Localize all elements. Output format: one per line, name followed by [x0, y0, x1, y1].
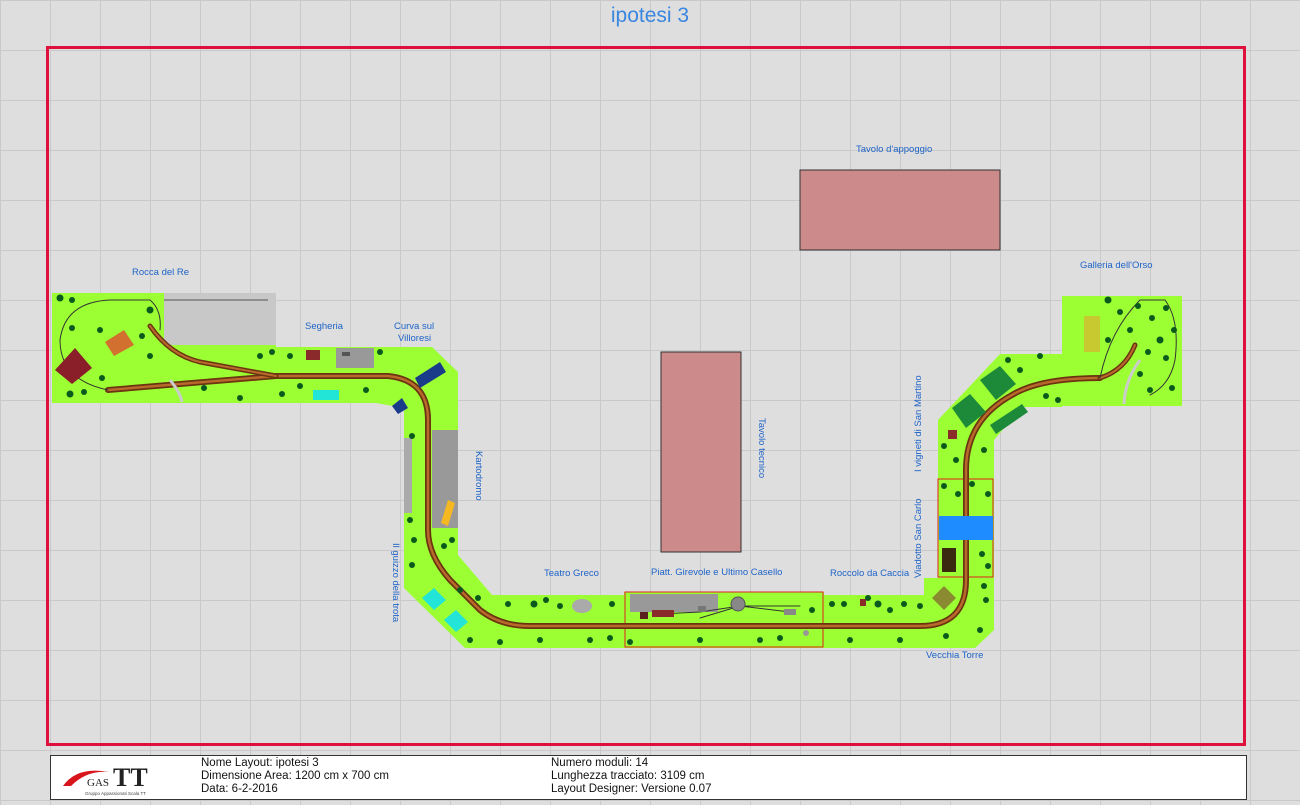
numero-moduli: Numero moduli: 14: [551, 757, 649, 769]
label-galleria: Galleria dell'Orso: [1080, 260, 1153, 271]
label-teatro-greco: Teatro Greco: [544, 568, 599, 579]
logo-subtitle: Gruppo Appassionati Scala TT: [85, 791, 146, 796]
logo-gas: GAS: [87, 777, 109, 789]
segheria-building-grey: [336, 348, 374, 368]
nome-layout: Nome Layout: ipotesi 3: [201, 757, 319, 769]
vigneti-hut: [948, 430, 957, 439]
segheria-blue-pond: [313, 390, 339, 400]
teatro-greco: [572, 599, 592, 613]
lunghezza-tracciato: Lunghezza tracciato: 3109 cm: [551, 770, 705, 782]
layout-designer-version: Layout Designer: Versione 0.07: [551, 783, 712, 795]
piatt-shed: [784, 609, 796, 615]
logo-tt: TT: [113, 763, 148, 792]
label-rocca-del-re: Rocca del Re: [132, 267, 189, 278]
segheria-dark: [342, 352, 350, 356]
layout-canvas[interactable]: Rocca del Re Segheria Curva sul Villores…: [0, 0, 1300, 805]
rocca-grey-area: [164, 293, 276, 345]
tavolo-tecnico[interactable]: [660, 351, 742, 553]
roccolo-hut: [860, 599, 866, 606]
label-guizzo: Il guizzo della trota: [390, 543, 401, 623]
label-vecchia-torre: Vecchia Torre: [926, 650, 983, 661]
gas-tt-logo: GAS TT Gruppo Appassionati Scala TT: [63, 763, 148, 796]
label-viadotto: Viadotto San Carlo: [913, 498, 924, 578]
label-piatt-girevole: Piatt. Girevole e Ultimo Casello: [651, 567, 782, 578]
piatt-loco-1: [652, 610, 674, 617]
piatt-small-1: [698, 606, 706, 612]
piatt-circle: [803, 630, 809, 636]
label-vigneti: I vigneti di San Martino: [913, 375, 924, 472]
label-segheria: Segheria: [305, 321, 344, 332]
modules: [52, 293, 1182, 648]
data: Data: 6-2-2016: [201, 783, 278, 795]
label-curva-1: Curva sul: [394, 321, 434, 332]
kartodromo-side: [404, 438, 412, 513]
footer-info-box: GAS TT Gruppo Appassionati Scala TT Nome…: [50, 755, 1247, 800]
tavolo-appoggio[interactable]: [799, 169, 1001, 251]
turntable: [730, 596, 746, 612]
dimensione-area: Dimensione Area: 1200 cm x 700 cm: [201, 770, 389, 782]
module-guizzo-trota[interactable]: [404, 528, 524, 648]
label-curva-2: Villoresi: [398, 333, 431, 344]
piatt-loco-2: [640, 612, 648, 619]
segheria-house: [306, 350, 320, 360]
label-tavolo-tecnico: Tavolo tecnico: [756, 418, 767, 478]
label-kartodromo: Kartodromo: [473, 451, 484, 501]
module-roccolo[interactable]: [824, 595, 924, 648]
viadotto-bridge: [942, 548, 956, 572]
viadotto-river: [939, 516, 993, 540]
galleria-entrance: [1084, 316, 1100, 352]
label-tavolo-appoggio: Tavolo d'appoggio: [856, 144, 932, 155]
label-roccolo: Roccolo da Caccia: [830, 568, 910, 579]
